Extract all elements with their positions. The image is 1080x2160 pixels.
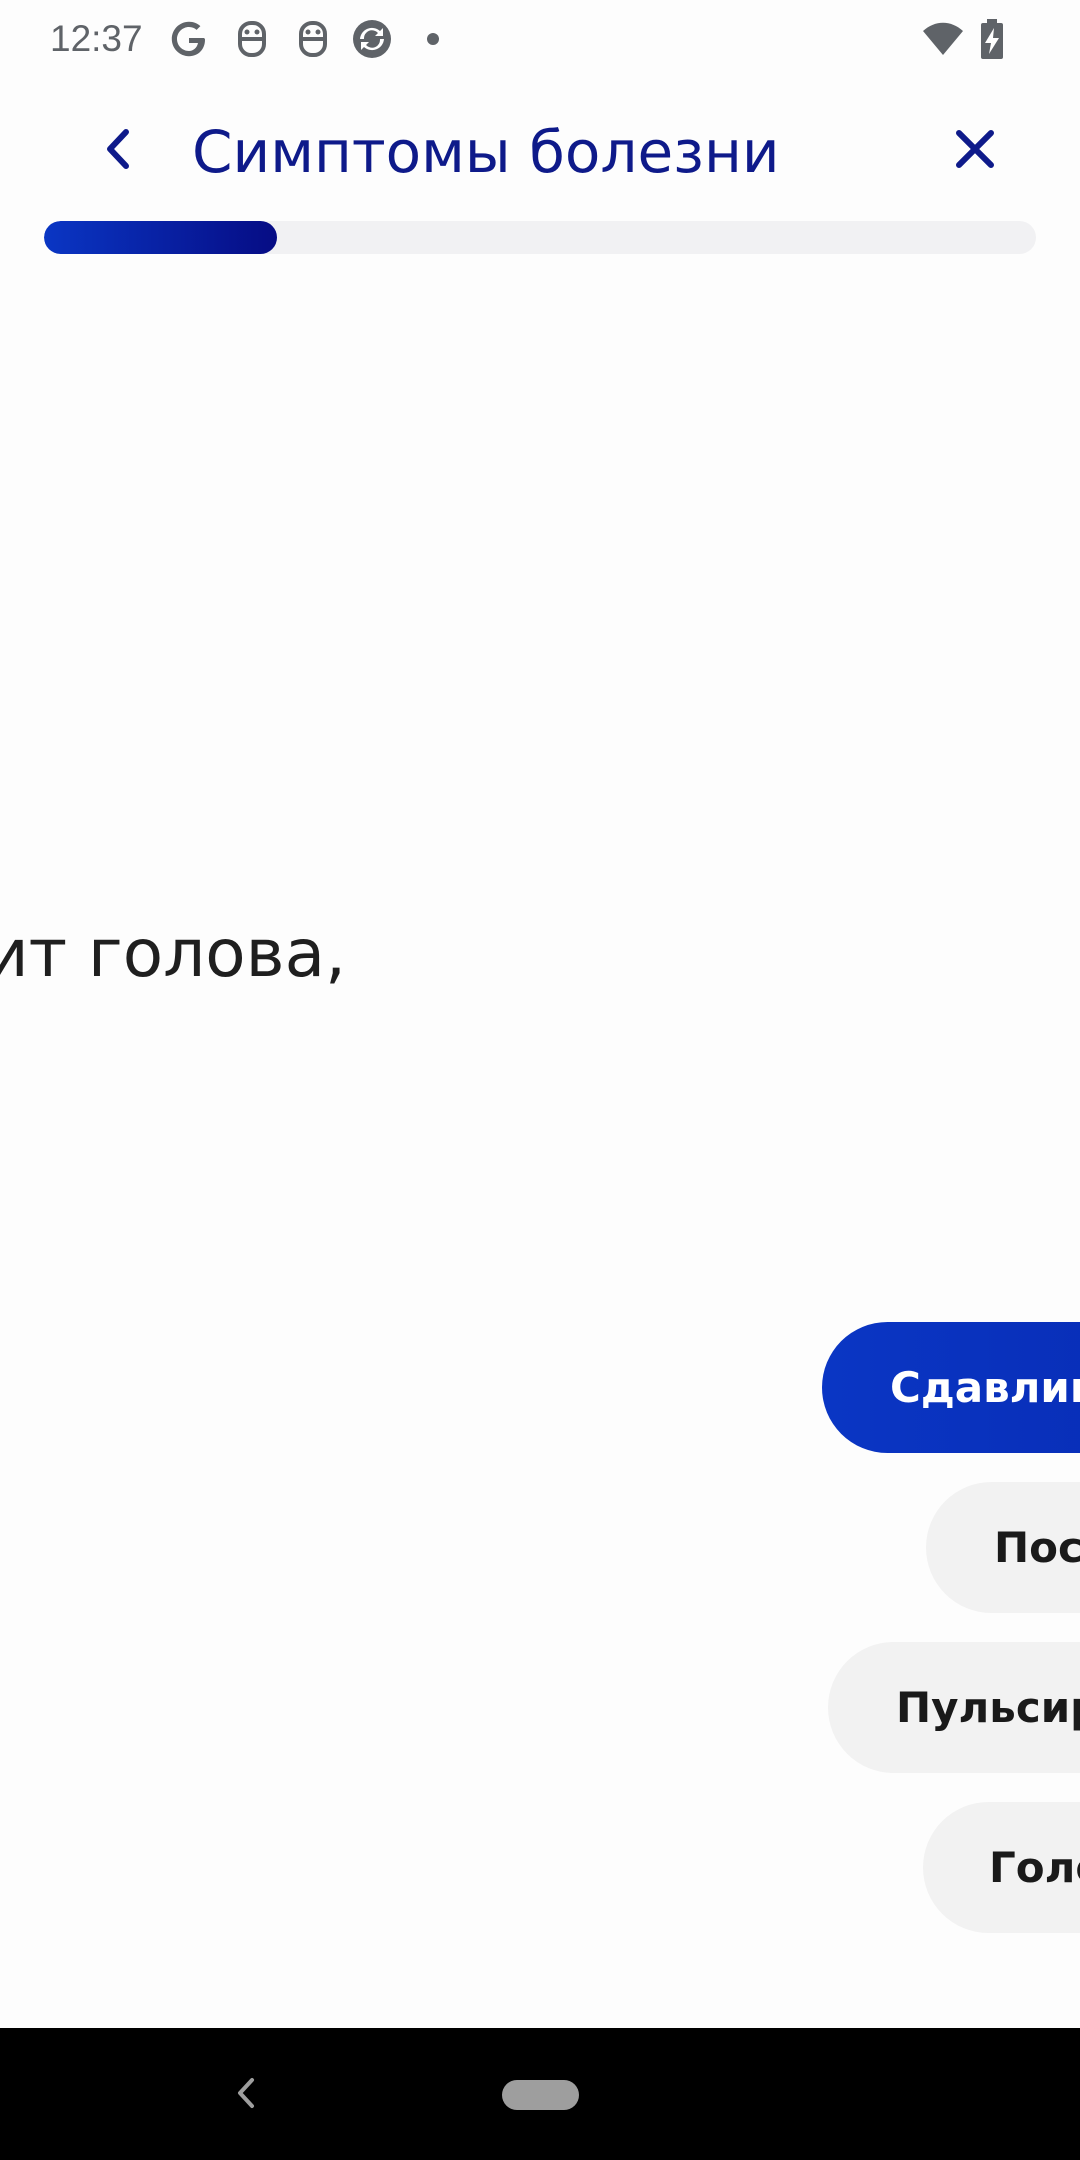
answer-option-3[interactable]: Пульсиру (828, 1642, 1080, 1773)
wifi-icon (921, 17, 965, 61)
battery-charging-icon (970, 17, 1014, 61)
back-nav-icon[interactable] (222, 2068, 272, 2118)
navigation-bar (0, 2028, 1080, 2160)
answer-option-4[interactable]: Голо (923, 1802, 1080, 1933)
progress-fill (44, 221, 278, 254)
progress-bar (44, 221, 1036, 254)
status-time: 12:37 (50, 18, 143, 59)
google-icon (167, 17, 211, 61)
close-button[interactable] (945, 114, 1005, 184)
dot-icon (411, 17, 455, 61)
home-pill-icon[interactable] (502, 2080, 579, 2110)
notification-icon (230, 17, 274, 61)
chevron-left-icon (107, 129, 129, 169)
answer-option-1[interactable]: Сдавлива (822, 1322, 1080, 1453)
close-icon (956, 130, 994, 168)
symptom-screen: 12:37 Симптомы болезни ит голова, Сдавли… (0, 0, 1080, 2160)
status-bar: 12:37 (0, 0, 1080, 78)
notification-icon (291, 17, 335, 61)
answer-option-2[interactable]: Пост (926, 1482, 1080, 1613)
sync-icon (350, 17, 394, 61)
back-button[interactable] (88, 114, 148, 184)
question-text: ит голова, (0, 915, 346, 992)
page-title: Симптомы болезни (192, 118, 780, 186)
